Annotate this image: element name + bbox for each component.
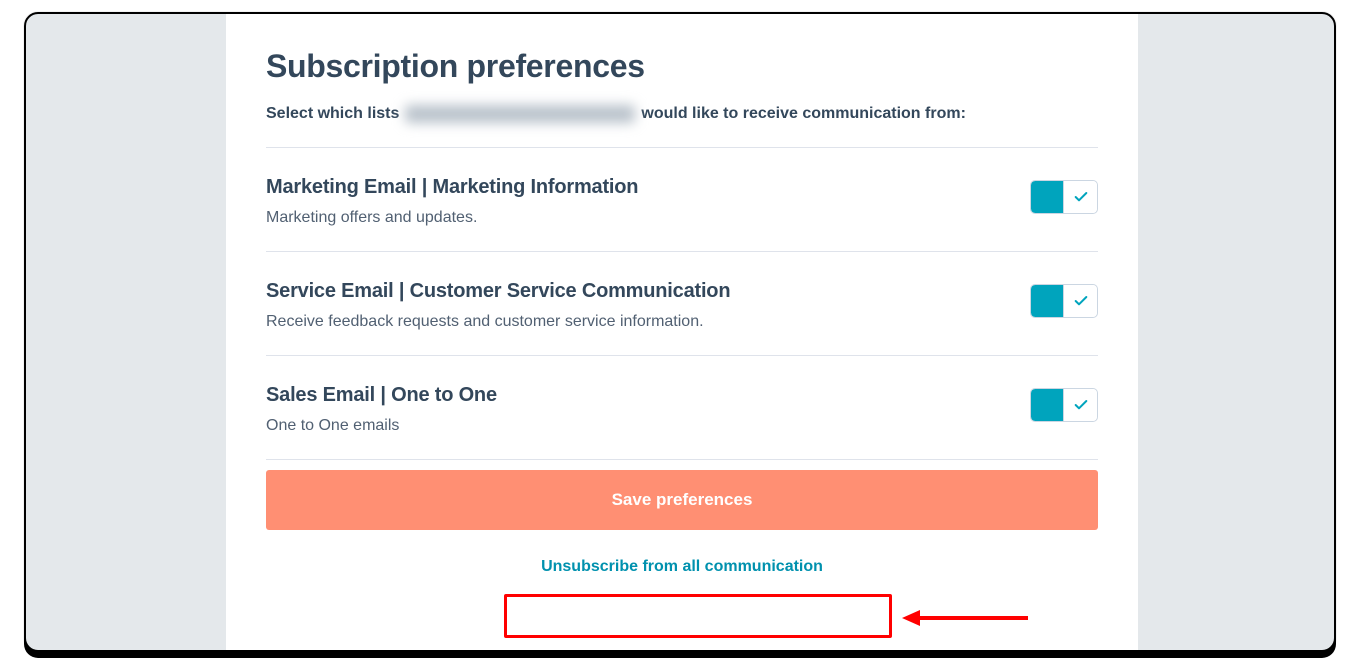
unsubscribe-wrap: Unsubscribe from all communication	[266, 548, 1098, 586]
pref-text: Service Email | Customer Service Communi…	[266, 280, 1030, 331]
unsubscribe-link[interactable]: Unsubscribe from all communication	[517, 548, 847, 586]
save-button[interactable]: Save preferences	[266, 470, 1098, 530]
pref-desc: Marketing offers and updates.	[266, 209, 1010, 227]
check-icon	[1073, 397, 1089, 413]
lead-text: Select which lists would like to receive…	[266, 105, 1098, 123]
preferences-panel: Subscription preferences Select which li…	[226, 14, 1138, 650]
check-icon	[1073, 293, 1089, 309]
redacted-email	[405, 105, 635, 123]
toggle-knob	[1063, 181, 1097, 213]
toggle-track	[1031, 389, 1067, 421]
check-icon	[1073, 189, 1089, 205]
pref-text: Marketing Email | Marketing Information …	[266, 176, 1030, 227]
toggle-track	[1031, 181, 1067, 213]
toggle-track	[1031, 285, 1067, 317]
pref-desc: One to One emails	[266, 417, 1010, 435]
toggle-sales[interactable]	[1030, 388, 1098, 422]
content-area: Subscription preferences Select which li…	[226, 14, 1138, 586]
pref-row-service: Service Email | Customer Service Communi…	[266, 252, 1098, 356]
toggle-marketing[interactable]	[1030, 180, 1098, 214]
pref-row-sales: Sales Email | One to One One to One emai…	[266, 356, 1098, 460]
toggle-knob	[1063, 389, 1097, 421]
pref-title: Marketing Email | Marketing Information	[266, 176, 1010, 199]
pref-title: Sales Email | One to One	[266, 384, 1010, 407]
pref-text: Sales Email | One to One One to One emai…	[266, 384, 1030, 435]
pref-row-marketing: Marketing Email | Marketing Information …	[266, 148, 1098, 252]
toggle-knob	[1063, 285, 1097, 317]
app-frame: Subscription preferences Select which li…	[24, 12, 1336, 652]
lead-prefix: Select which lists	[266, 105, 399, 123]
toggle-service[interactable]	[1030, 284, 1098, 318]
page-title: Subscription preferences	[266, 48, 1098, 85]
lead-suffix: would like to receive communication from…	[641, 105, 966, 123]
pref-title: Service Email | Customer Service Communi…	[266, 280, 1010, 303]
pref-desc: Receive feedback requests and customer s…	[266, 313, 1010, 331]
